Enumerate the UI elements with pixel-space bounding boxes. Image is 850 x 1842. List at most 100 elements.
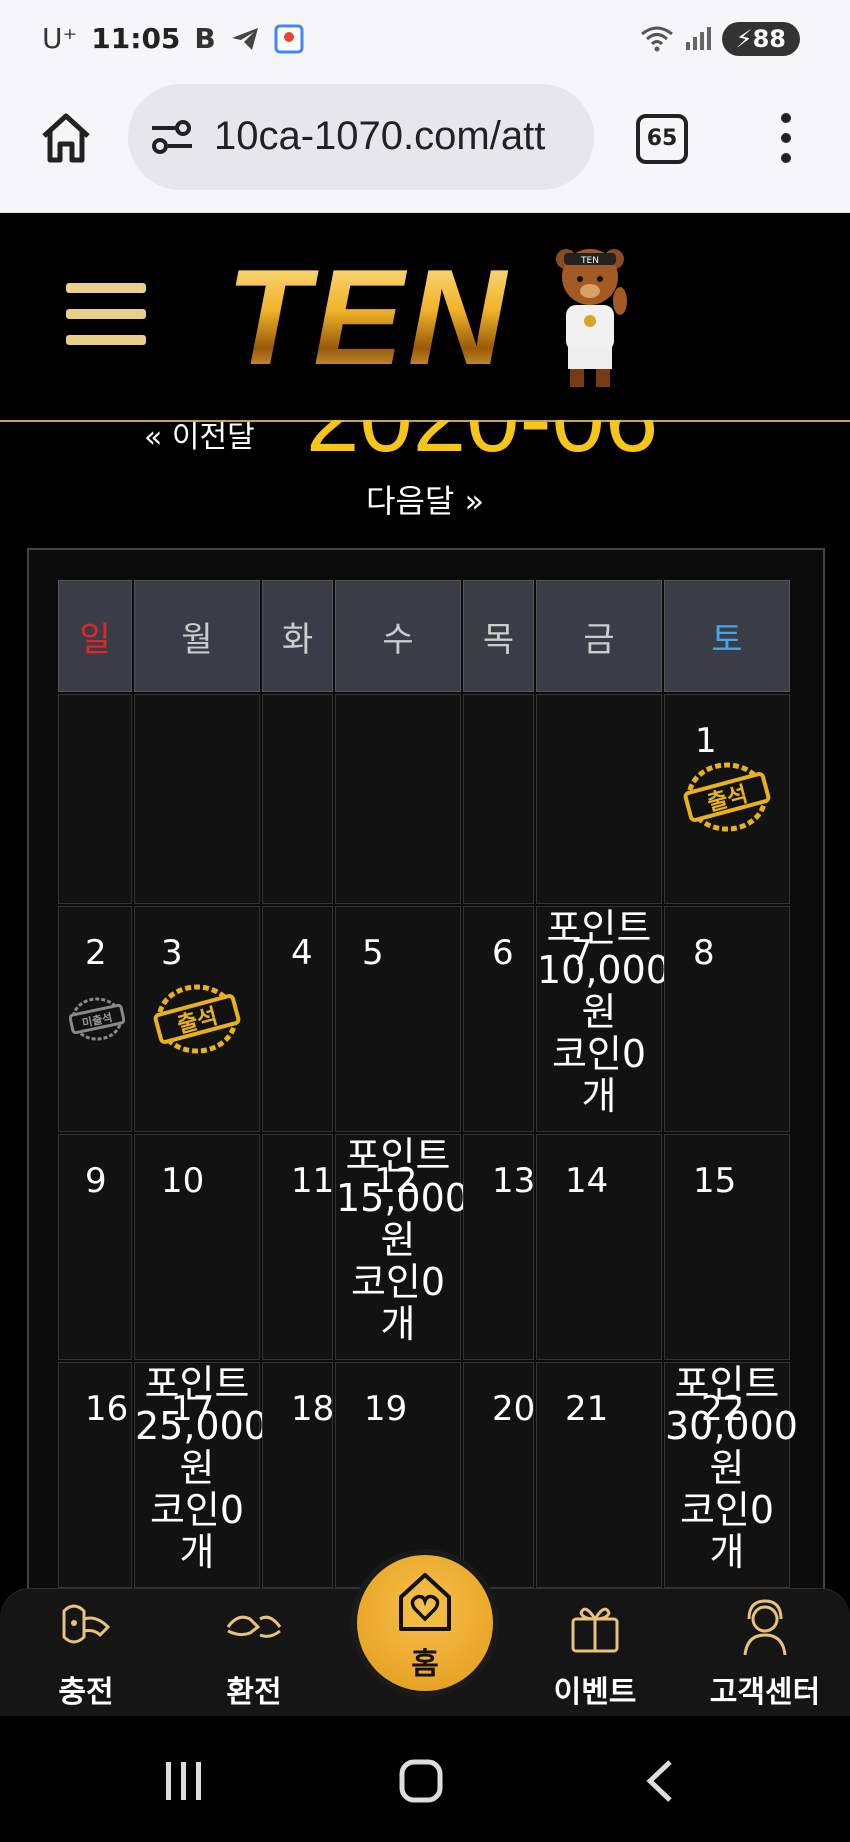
reward-unit: 원 xyxy=(709,1446,745,1490)
nav-event[interactable]: 이벤트 xyxy=(525,1589,665,1717)
reward-coin: 코인0 xyxy=(679,1488,775,1532)
day-cell[interactable]: 15 xyxy=(664,1134,790,1360)
nav-event-label: 이벤트 xyxy=(553,1675,637,1710)
month-navigation: « 이전달 2020-06 다음달 » xyxy=(0,420,850,530)
weekday-sun: 일 xyxy=(58,580,132,692)
prev-month-link[interactable]: « 이전달 xyxy=(144,420,255,456)
reward-amount: 10,000 xyxy=(537,948,670,992)
empty-day-cell xyxy=(335,694,461,904)
nav-support-label: 고객센터 xyxy=(709,1675,821,1710)
day-cell[interactable]: 6 xyxy=(463,906,534,1132)
exchange-icon xyxy=(226,1615,282,1638)
attended-stamp-icon: 출석 xyxy=(683,762,771,832)
reward-label: 포인트 xyxy=(144,1362,250,1406)
day-cell[interactable]: 18 xyxy=(262,1362,334,1588)
day-cell[interactable]: 3 출석 xyxy=(134,906,260,1132)
reward-info: 포인트 30,000 원 코인0 개 xyxy=(665,1362,798,1573)
day-cell[interactable]: 9 xyxy=(58,1134,132,1360)
b-app-icon: B xyxy=(194,22,216,55)
maps-icon xyxy=(274,24,304,53)
nav-support[interactable]: 고객센터 xyxy=(695,1589,835,1717)
day-cell[interactable]: 11 xyxy=(262,1134,334,1360)
day-cell[interactable]: 19 xyxy=(335,1362,461,1588)
reward-coin: 코인0 xyxy=(350,1260,446,1304)
day-cell[interactable]: 2 미출석 xyxy=(58,906,132,1132)
clock: 11:05 xyxy=(91,22,181,55)
menu-line xyxy=(66,283,146,293)
reward-unit: 원 xyxy=(179,1446,215,1490)
home-nav-icon[interactable] xyxy=(398,1758,444,1804)
empty-day-cell xyxy=(262,694,333,904)
day-cell[interactable]: 14 xyxy=(536,1134,662,1360)
day-number: 6 xyxy=(492,933,514,973)
month-title: 2020-06 xyxy=(306,420,658,474)
browser-toolbar: 10ca-1070.com/att 65 xyxy=(0,80,850,213)
tab-switcher-button[interactable]: 65 xyxy=(636,114,688,164)
reward-unit: 원 xyxy=(380,1218,416,1262)
day-number: 1 xyxy=(695,721,717,761)
day-cell[interactable]: 22 포인트 30,000 원 코인0 개 xyxy=(664,1362,798,1588)
calendar-week-row: 9 10 11 12 포인트 15,000 원 코인0 개 13 14 15 xyxy=(58,1134,790,1360)
day-cell[interactable]: 5 xyxy=(335,906,461,1132)
home-heart-icon xyxy=(399,1573,451,1631)
reward-coin-unit: 개 xyxy=(581,1074,617,1118)
empty-day-cell xyxy=(58,694,132,904)
nav-exchange[interactable]: 환전 xyxy=(184,1589,324,1717)
home-icon[interactable] xyxy=(38,110,94,166)
nav-home-button[interactable]: 홈 xyxy=(357,1555,493,1691)
day-number: 2 xyxy=(85,933,107,973)
absent-stamp-icon: 미출석 xyxy=(69,997,125,1041)
calendar-table: 일 월 화 수 목 금 토 1 출석 2 미출석 3 출석 4 5 6 7 포인… xyxy=(56,578,798,1590)
day-cell[interactable]: 4 xyxy=(262,906,333,1132)
reward-info: 포인트 25,000 원 코인0 개 xyxy=(135,1362,268,1574)
signal-icon xyxy=(685,27,711,50)
nav-home-label: 홈 xyxy=(411,1647,439,1682)
back-icon[interactable] xyxy=(644,1758,674,1804)
day-cell[interactable]: 20 xyxy=(463,1362,535,1588)
status-bar: U⁺ 11:05 B ⚡88 xyxy=(0,0,850,80)
reward-label: 포인트 xyxy=(674,1362,780,1406)
recent-apps-icon[interactable] xyxy=(162,1760,206,1802)
hamburger-menu-button[interactable] xyxy=(66,283,146,355)
day-number: 21 xyxy=(565,1389,609,1429)
site-header: TEN TEN xyxy=(0,213,850,422)
weekday-header-row: 일 월 화 수 목 금 토 xyxy=(58,580,790,692)
telegram-icon xyxy=(231,27,258,50)
gift-icon xyxy=(571,1607,619,1653)
day-number: 5 xyxy=(362,933,384,973)
nav-charge-label: 충전 xyxy=(58,1675,114,1710)
day-cell[interactable]: 1 출석 xyxy=(664,694,790,904)
site-settings-icon[interactable] xyxy=(150,117,194,157)
day-number: 10 xyxy=(161,1161,205,1201)
next-month-link[interactable]: 다음달 » xyxy=(366,476,484,522)
reward-coin: 코인0 xyxy=(551,1032,647,1076)
mascot-cap-text: TEN xyxy=(580,256,599,266)
day-number: 14 xyxy=(565,1161,609,1201)
reward-label: 포인트 xyxy=(345,1134,451,1178)
carrier-label: U⁺ xyxy=(42,22,78,55)
day-number: 3 xyxy=(161,933,183,973)
day-cell[interactable]: 13 xyxy=(463,1134,535,1360)
day-cell[interactable]: 21 xyxy=(536,1362,662,1588)
weekday-sat: 토 xyxy=(664,580,790,692)
weekday-wed: 수 xyxy=(335,580,461,692)
reward-label: 포인트 xyxy=(546,906,652,950)
battery-level: 88 xyxy=(752,25,786,53)
menu-line xyxy=(66,335,146,345)
day-cell[interactable]: 12 포인트 15,000 원 코인0 개 xyxy=(335,1134,469,1360)
menu-line xyxy=(66,309,146,319)
day-cell[interactable]: 10 xyxy=(134,1134,260,1360)
day-cell[interactable]: 7 포인트 10,000 원 코인0 개 xyxy=(536,906,670,1132)
site-logo[interactable]: TEN xyxy=(226,239,510,395)
reward-amount: 30,000 xyxy=(665,1404,798,1448)
reward-coin-unit: 개 xyxy=(179,1530,215,1574)
address-bar[interactable]: 10ca-1070.com/att xyxy=(128,84,594,190)
weekday-tue: 화 xyxy=(262,580,333,692)
day-cell[interactable]: 8 xyxy=(664,906,790,1132)
more-menu-icon[interactable] xyxy=(776,110,796,166)
nav-charge[interactable]: 충전 xyxy=(16,1589,156,1717)
day-cell[interactable]: 17 포인트 25,000 원 코인0 개 xyxy=(134,1362,268,1588)
day-cell[interactable]: 16 xyxy=(58,1362,132,1588)
day-number: 16 xyxy=(85,1389,129,1429)
empty-day-cell xyxy=(134,694,260,904)
